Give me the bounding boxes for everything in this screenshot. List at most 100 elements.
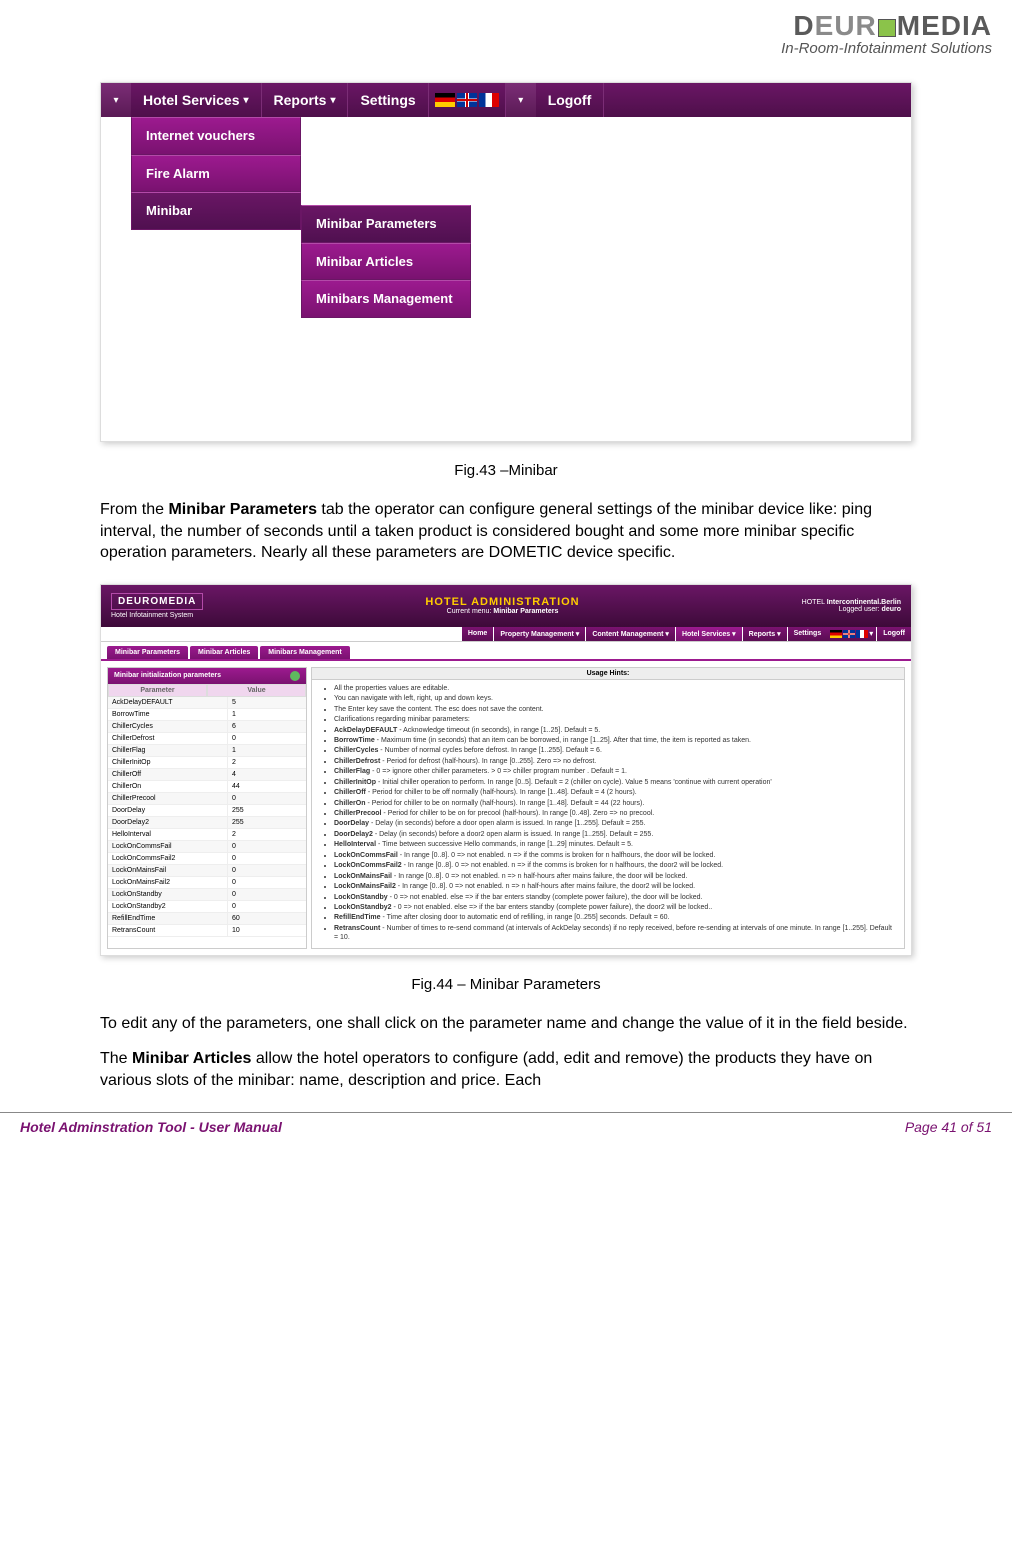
table-row[interactable]: DoorDelay255 [108, 805, 306, 817]
table-row[interactable]: BorrowTime1 [108, 709, 306, 721]
hint-item: LockOnMainsFail - In range [0..8]. 0 => … [334, 872, 896, 881]
table-row[interactable]: ChillerFlag1 [108, 745, 306, 757]
param-name: RetransCount [108, 925, 228, 936]
brand-logo: DEURMEDIA [20, 10, 992, 42]
nav-hotel-services[interactable]: Hotel Services ▾ [675, 627, 742, 641]
submenu-fire-alarm[interactable]: Fire Alarm [131, 155, 301, 193]
figure-43-caption: Fig.43 –Minibar [100, 462, 912, 479]
tab-minibars-management[interactable]: Minibars Management [260, 646, 350, 659]
param-value: 0 [228, 877, 306, 888]
table-row[interactable]: AckDelayDEFAULT5 [108, 697, 306, 709]
hint-item: ChillerInitOp - Initial chiller operatio… [334, 778, 896, 787]
panel-title: Minibar initialization parameters [114, 672, 221, 679]
services-submenu: Internet vouchers Fire Alarm Minibar [131, 117, 301, 230]
hint-item: LockOnStandby - 0 => not enabled. else =… [334, 893, 896, 902]
params-table-header: Parameter Value [108, 684, 306, 697]
param-value: 0 [228, 865, 306, 876]
main-nav-bar: ▾ Hotel Services ▾ Reports ▾ Settings ▾ … [101, 83, 911, 117]
nav-logoff[interactable]: Logoff [536, 83, 605, 117]
table-row[interactable]: HelloInterval2 [108, 829, 306, 841]
submenu-minibars-management[interactable]: Minibars Management [301, 280, 471, 318]
hint-item: LockOnCommsFail2 - In range [0..8]. 0 =>… [334, 861, 896, 870]
nav-home[interactable]: Home [461, 627, 493, 641]
brand-tagline: In-Room-Infotainment Solutions [20, 40, 992, 57]
chevron-down-icon: ▾ [518, 95, 523, 106]
current-menu: Current menu: Minibar Parameters [425, 608, 579, 615]
nav-reports[interactable]: Reports ▾ [742, 627, 787, 641]
chevron-down-icon: ▾ [330, 95, 335, 106]
param-name: RefillEndTime [108, 913, 228, 924]
param-value: 2 [228, 757, 306, 768]
param-name: LockOnCommsFail2 [108, 853, 228, 864]
submenu-minibar-parameters[interactable]: Minibar Parameters [301, 205, 471, 243]
table-row[interactable]: ChillerPrecool0 [108, 793, 306, 805]
table-row[interactable]: LockOnCommsFail0 [108, 841, 306, 853]
hint-item: ChillerPrecool - Period for chiller to b… [334, 809, 896, 818]
flag-de-icon [435, 93, 455, 107]
tab-minibar-articles[interactable]: Minibar Articles [190, 646, 258, 659]
chevron-down-icon: ▾ [113, 95, 118, 106]
nav-lang-dropdown[interactable]: ▾ [506, 83, 536, 117]
table-row[interactable]: DoorDelay2255 [108, 817, 306, 829]
nav-content-mgmt[interactable]: Content Management ▾ [585, 627, 675, 641]
nav-settings[interactable]: Settings [348, 83, 428, 117]
param-value: 0 [228, 889, 306, 900]
page-header: DEURMEDIA In-Room-Infotainment Solutions [0, 0, 1012, 62]
table-row[interactable]: ChillerOn44 [108, 781, 306, 793]
minibar-submenu: Minibar Parameters Minibar Articles Mini… [301, 205, 471, 318]
param-value: 0 [228, 901, 306, 912]
table-row[interactable]: LockOnMainsFail20 [108, 877, 306, 889]
text: The [100, 1050, 132, 1067]
param-value: 44 [228, 781, 306, 792]
hints-panel: Usage Hints: All the properties values a… [311, 667, 905, 949]
table-row[interactable]: ChillerDefrost0 [108, 733, 306, 745]
param-value: 0 [228, 793, 306, 804]
nav-logoff[interactable]: Logoff [876, 627, 911, 641]
hint-item: RefillEndTime - Time after closing door … [334, 913, 896, 922]
brand-box-icon [878, 19, 896, 37]
table-row[interactable]: LockOnCommsFail20 [108, 853, 306, 865]
param-value: 4 [228, 769, 306, 780]
flag-fr-icon [479, 93, 499, 107]
param-value: 1 [228, 709, 306, 720]
nav-reports[interactable]: Reports ▾ [262, 83, 349, 117]
hint-item: HelloInterval - Time between successive … [334, 840, 896, 849]
nav-back-button[interactable]: ▾ [101, 83, 131, 117]
refresh-icon[interactable] [290, 671, 300, 681]
table-row[interactable]: ChillerInitOp2 [108, 757, 306, 769]
nav-flags[interactable]: ▾ [827, 627, 876, 641]
nav-label: Reports [274, 92, 327, 108]
submenu-minibar-articles[interactable]: Minibar Articles [301, 243, 471, 281]
table-row[interactable]: LockOnMainsFail0 [108, 865, 306, 877]
hint-item: DoorDelay2 - Delay (in seconds) before a… [334, 830, 896, 839]
table-row[interactable]: RetransCount10 [108, 925, 306, 937]
param-value: 0 [228, 853, 306, 864]
param-name: HelloInterval [108, 829, 228, 840]
submenu-internet-vouchers[interactable]: Internet vouchers [131, 117, 301, 155]
param-value: 1 [228, 745, 306, 756]
language-selector[interactable] [429, 83, 506, 117]
param-name: AckDelayDEFAULT [108, 697, 228, 708]
table-row[interactable]: RefillEndTime60 [108, 913, 306, 925]
tab-minibar-parameters[interactable]: Minibar Parameters [107, 646, 188, 659]
table-row[interactable]: LockOnStandby20 [108, 901, 306, 913]
brand-d: D [793, 10, 814, 41]
hint-item: ChillerCycles - Number of normal cycles … [334, 746, 896, 755]
param-name: ChillerPrecool [108, 793, 228, 804]
text: From the [100, 501, 168, 518]
hint-item: AckDelayDEFAULT - Acknowledge timeout (i… [334, 726, 896, 735]
param-name: LockOnStandby [108, 889, 228, 900]
hint-item: ChillerFlag - 0 => ignore other chiller … [334, 767, 896, 776]
table-row[interactable]: ChillerCycles6 [108, 721, 306, 733]
footer-manual-title: Hotel Adminstration Tool - User Manual [20, 1119, 282, 1135]
figure-43-screenshot: ▾ Hotel Services ▾ Reports ▾ Settings ▾ … [100, 82, 912, 442]
param-value: 6 [228, 721, 306, 732]
nav-settings[interactable]: Settings [787, 627, 828, 641]
table-row[interactable]: LockOnStandby0 [108, 889, 306, 901]
col-value: Value [207, 684, 306, 697]
table-row[interactable]: ChillerOff4 [108, 769, 306, 781]
param-name: BorrowTime [108, 709, 228, 720]
nav-property-mgmt[interactable]: Property Management ▾ [493, 627, 585, 641]
submenu-minibar[interactable]: Minibar [131, 192, 301, 230]
nav-hotel-services[interactable]: Hotel Services ▾ [131, 83, 262, 117]
